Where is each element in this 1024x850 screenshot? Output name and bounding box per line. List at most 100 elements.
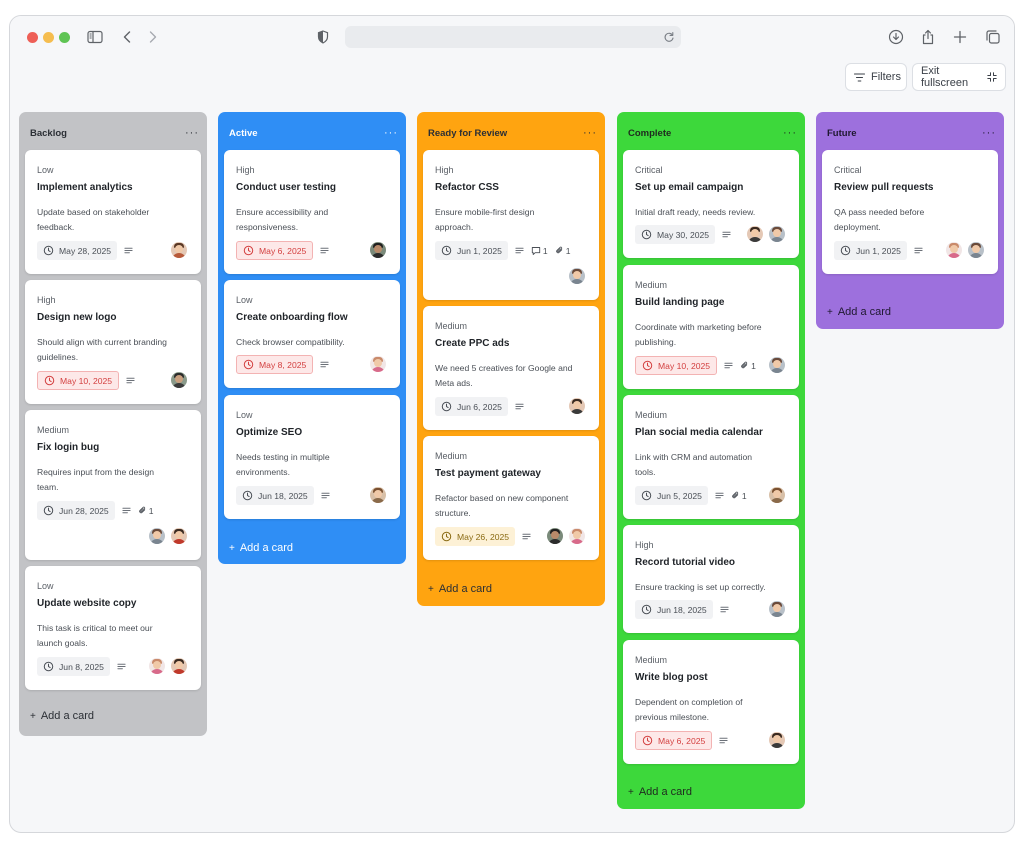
- avatar[interactable]: [769, 601, 785, 617]
- sidebar-toggle-icon[interactable]: [84, 26, 106, 48]
- share-icon[interactable]: [917, 26, 939, 48]
- due-date-badge[interactable]: Jun 6, 2025: [435, 397, 508, 416]
- column-complete: Complete ··· Critical Set up email campai…: [617, 112, 805, 809]
- column-menu-icon[interactable]: ···: [583, 128, 597, 139]
- reload-icon[interactable]: [661, 29, 677, 45]
- avatar[interactable]: [171, 372, 187, 388]
- minimize-window-button[interactable]: [43, 32, 54, 43]
- due-date-badge[interactable]: May 30, 2025: [635, 225, 716, 244]
- add-card-button[interactable]: + Add a card: [428, 583, 492, 595]
- card-title: Test payment gateway: [435, 468, 541, 479]
- forward-chevron-icon[interactable]: [142, 26, 164, 48]
- card-title: Fix login bug: [37, 442, 100, 453]
- avatar[interactable]: [569, 398, 585, 414]
- task-card[interactable]: Medium Build landing page Coordinate wit…: [623, 265, 799, 389]
- add-card-button[interactable]: + Add a card: [827, 306, 891, 318]
- due-date-badge[interactable]: Jun 1, 2025: [435, 241, 508, 260]
- exit-fullscreen-button[interactable]: Exit fullscreen: [912, 63, 1006, 91]
- avatar[interactable]: [769, 226, 785, 242]
- address-bar[interactable]: [345, 26, 681, 48]
- avatar[interactable]: [569, 528, 585, 544]
- new-tab-plus-icon[interactable]: [949, 26, 971, 48]
- task-card[interactable]: Medium Create PPC ads We need 5 creative…: [423, 306, 599, 430]
- card-title: Record tutorial video: [635, 557, 736, 568]
- avatar[interactable]: [171, 658, 187, 674]
- task-card[interactable]: Low Optimize SEO Needs testing in multip…: [224, 395, 400, 519]
- priority-label: High: [435, 165, 454, 175]
- avatar[interactable]: [547, 528, 563, 544]
- due-date-badge[interactable]: Jun 1, 2025: [834, 241, 907, 260]
- priority-label: Medium: [635, 410, 668, 420]
- due-date-badge[interactable]: May 26, 2025: [435, 527, 516, 546]
- column-menu-icon[interactable]: ···: [783, 128, 797, 139]
- due-date-badge[interactable]: May 10, 2025: [37, 371, 120, 390]
- priority-label: Low: [236, 295, 253, 305]
- avatar[interactable]: [149, 658, 165, 674]
- zoom-window-button[interactable]: [59, 32, 70, 43]
- avatar[interactable]: [946, 242, 962, 258]
- avatar[interactable]: [171, 242, 187, 258]
- due-date-badge[interactable]: May 6, 2025: [635, 731, 713, 750]
- task-card[interactable]: Low Update website copy This task is cri…: [25, 566, 201, 690]
- due-date-badge[interactable]: Jun 5, 2025: [635, 486, 708, 505]
- due-date-badge[interactable]: May 6, 2025: [236, 241, 314, 260]
- priority-label: Medium: [37, 425, 70, 435]
- avatar[interactable]: [569, 268, 585, 284]
- close-window-button[interactable]: [27, 32, 38, 43]
- column-menu-icon[interactable]: ···: [185, 128, 199, 139]
- clock-icon: [641, 490, 652, 501]
- attachment-count: 1: [731, 491, 747, 501]
- avatar[interactable]: [769, 357, 785, 373]
- task-card[interactable]: Critical Review pull requests QA pass ne…: [822, 150, 998, 274]
- task-card[interactable]: High Refactor CSS Ensure mobile-first de…: [423, 150, 599, 300]
- avatar[interactable]: [149, 528, 165, 544]
- download-icon[interactable]: [885, 26, 907, 48]
- due-date-badge[interactable]: Jun 18, 2025: [635, 600, 713, 619]
- task-card[interactable]: Medium Fix login bug Requires input from…: [25, 410, 201, 560]
- avatar[interactable]: [769, 732, 785, 748]
- due-date-badge[interactable]: Jun 28, 2025: [37, 501, 115, 520]
- card-title: Review pull requests: [834, 182, 934, 193]
- task-card[interactable]: Medium Plan social media calendar Link w…: [623, 395, 799, 519]
- add-card-button[interactable]: + Add a card: [628, 786, 692, 798]
- priority-label: Medium: [635, 655, 668, 665]
- column-menu-icon[interactable]: ···: [982, 128, 996, 139]
- card-description: This task is critical to meet our launch …: [37, 623, 153, 648]
- card-description: Check browser compatibility.: [236, 337, 345, 347]
- card-description: Should align with current branding guidel…: [37, 337, 167, 362]
- avatar[interactable]: [769, 487, 785, 503]
- task-card[interactable]: Low Create onboarding flow Check browser…: [224, 280, 400, 388]
- due-date-badge[interactable]: May 8, 2025: [236, 355, 314, 374]
- clock-icon: [441, 245, 452, 256]
- privacy-shield-icon[interactable]: [312, 26, 334, 48]
- attachment-count: 1: [555, 246, 570, 256]
- description-lines-icon: [124, 246, 133, 255]
- task-card[interactable]: High Record tutorial video Ensure tracki…: [623, 525, 799, 633]
- filters-button[interactable]: Filters: [845, 63, 907, 91]
- due-date-badge[interactable]: Jun 18, 2025: [236, 486, 314, 505]
- column-menu-icon[interactable]: ···: [384, 128, 398, 139]
- task-card[interactable]: Medium Write blog post Dependent on comp…: [623, 640, 799, 764]
- avatar[interactable]: [370, 356, 386, 372]
- add-card-button[interactable]: + Add a card: [229, 542, 293, 554]
- task-card[interactable]: High Conduct user testing Ensure accessi…: [224, 150, 400, 274]
- back-chevron-icon[interactable]: [116, 26, 138, 48]
- task-card[interactable]: Medium Test payment gateway Refactor bas…: [423, 436, 599, 560]
- description-lines-icon: [117, 662, 126, 671]
- clock-icon: [641, 229, 652, 240]
- avatar[interactable]: [747, 226, 763, 242]
- due-date-badge[interactable]: May 10, 2025: [635, 356, 718, 375]
- avatar[interactable]: [171, 528, 187, 544]
- task-card[interactable]: Critical Set up email campaign Initial d…: [623, 150, 799, 258]
- due-date-badge[interactable]: May 28, 2025: [37, 241, 118, 260]
- task-card[interactable]: Low Implement analytics Update based on …: [25, 150, 201, 274]
- avatar[interactable]: [968, 242, 984, 258]
- priority-label: Medium: [435, 451, 468, 461]
- due-date-badge[interactable]: Jun 8, 2025: [37, 657, 110, 676]
- avatar[interactable]: [370, 242, 386, 258]
- avatar[interactable]: [370, 487, 386, 503]
- tab-overview-icon[interactable]: [982, 26, 1004, 48]
- add-card-button[interactable]: + Add a card: [30, 710, 94, 722]
- task-card[interactable]: High Design new logo Should align with c…: [25, 280, 201, 404]
- card-description: Refactor based on new component structure…: [435, 493, 569, 518]
